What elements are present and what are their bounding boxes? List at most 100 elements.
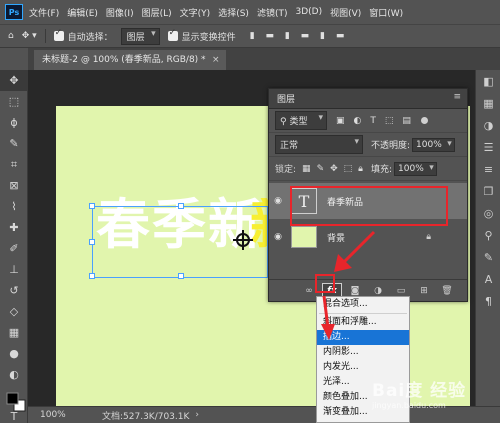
lock-transparent-icon[interactable]: ▦ [302, 164, 311, 174]
layer-filter-value: 类型 [289, 117, 308, 127]
transform-handle[interactable] [89, 273, 95, 279]
search-icon: ⚲ [280, 117, 287, 127]
lock-image-icon[interactable]: ✎ [317, 164, 325, 174]
move-tool-icon[interactable]: ✥ ▾ [22, 31, 37, 41]
paths-panel-icon[interactable]: ⚲ [476, 224, 500, 246]
menu-bar: Ps 文件(F) 编辑(E) 图像(I) 图层(L) 文字(Y) 选择(S) 滤… [0, 0, 500, 24]
menu-edit[interactable]: 编辑(E) [67, 6, 98, 19]
checkbox-icon [167, 28, 178, 41]
fill-input[interactable]: 100% [394, 161, 437, 176]
layers-panel-icon[interactable]: ❐ [476, 180, 500, 202]
menu-file[interactable]: 文件(F) [29, 6, 59, 19]
new-layer-icon[interactable]: ⊞ [414, 283, 434, 299]
divider [44, 29, 46, 43]
blur-tool-icon[interactable]: ● [0, 343, 28, 364]
channels-panel-icon[interactable]: ◎ [476, 202, 500, 224]
color-swatches-icon[interactable] [6, 392, 26, 412]
auto-select-label: 自动选择： [67, 32, 113, 43]
menu-view[interactable]: 视图(V) [330, 6, 361, 19]
lock-all-icon[interactable]: 🔒︎ [358, 164, 363, 174]
menu-window[interactable]: 窗口(W) [369, 6, 403, 19]
shape-filter-icon[interactable]: ⬚ [385, 116, 394, 126]
eye-icon[interactable]: ◉ [269, 232, 287, 242]
clone-stamp-tool-icon[interactable]: ⊥ [0, 259, 28, 280]
brush-tool-icon[interactable]: ✐ [0, 238, 28, 259]
opacity-input[interactable]: 100% [412, 137, 455, 152]
menu-select[interactable]: 选择(S) [218, 6, 249, 19]
auto-select-dropdown[interactable]: 图层 [120, 27, 160, 45]
eyedropper-tool-icon[interactable]: ⌇ [0, 196, 28, 217]
color-panel-icon[interactable]: ◧ [476, 70, 500, 92]
paragraph-panel-icon[interactable]: ¶ [476, 290, 500, 312]
crop-tool-icon[interactable]: ⌗ [0, 154, 28, 175]
trash-icon[interactable]: 🗑︎ [437, 283, 457, 299]
red-arrow-icon [334, 230, 376, 272]
align-icons[interactable]: ▮ ▬ ▮ ▬ ▮ ▬ [250, 31, 349, 41]
panel-menu-icon[interactable]: ≡ [453, 92, 461, 102]
lock-artboard-icon[interactable]: ⬚ [344, 164, 353, 174]
lasso-tool-icon[interactable]: ϕ [0, 112, 28, 133]
layers-panel-header: 图层 ≡ [269, 89, 467, 109]
fill-label: 填充: [370, 165, 393, 175]
document-tab-bar: 未标题-2 @ 100% (春季新品, RGB/8) * × [28, 48, 500, 70]
transform-handle[interactable] [89, 203, 95, 209]
filter-toggle-icon[interactable] [420, 117, 428, 124]
layers-panel-title[interactable]: 图层 [277, 92, 295, 105]
menu-3d[interactable]: 3D(D) [295, 7, 322, 17]
blend-mode-dropdown[interactable]: 正常 [275, 135, 363, 154]
crosshair-cursor-icon [233, 230, 253, 250]
show-transform-label: 显示变换控件 [181, 32, 236, 43]
properties-panel-icon[interactable]: ≡ [476, 158, 500, 180]
close-icon[interactable]: × [212, 50, 220, 70]
type-filter-icon[interactable]: T [370, 116, 376, 126]
transform-handle[interactable] [178, 273, 184, 279]
menu-item-inner-shadow[interactable]: 内阴影... [317, 345, 409, 360]
photoshop-logo-icon[interactable]: Ps [5, 4, 23, 20]
pixel-filter-icon[interactable]: ▣ [336, 116, 345, 126]
libraries-panel-icon[interactable]: ☰ [476, 136, 500, 158]
zoom-level[interactable]: 100% [40, 410, 90, 420]
smart-object-filter-icon[interactable]: ▤ [402, 116, 411, 126]
layer-filter-row: ⚲ 类型 ▣ ◐ T ⬚ ▤ [269, 109, 467, 133]
dodge-tool-icon[interactable]: ◐ [0, 364, 28, 385]
transform-handle[interactable] [178, 203, 184, 209]
gradient-tool-icon[interactable]: ▦ [0, 322, 28, 343]
show-transform-checkbox[interactable]: 显示变换控件 [167, 28, 236, 43]
blend-row: 正常 不透明度: 100% [269, 133, 467, 157]
highlight-text-layer [290, 186, 448, 226]
baidu-watermark: Bai度 经验 jingyan.baidu.com [372, 376, 500, 416]
chevron-right-icon[interactable]: › [195, 410, 199, 420]
right-dock: ◧ ▦ ◑ ☰ ≡ ❐ ◎ ⚲ ✎ A ¶ [475, 70, 500, 406]
move-tool-icon[interactable]: ✥ [0, 70, 28, 91]
history-brush-tool-icon[interactable]: ↺ [0, 280, 28, 301]
document-tab[interactable]: 未标题-2 @ 100% (春季新品, RGB/8) * × [34, 50, 226, 70]
adjustments-panel-icon[interactable]: ◑ [476, 114, 500, 136]
brush-panel-icon[interactable]: ✎ [476, 246, 500, 268]
toolbar: ✥ ⬚ ϕ ✎ ⌗ ⊠ ⌇ ✚ ✐ ⊥ ↺ ◇ ▦ ● ◐ ✒ T [0, 70, 28, 423]
lock-position-icon[interactable]: ✥ [330, 164, 338, 174]
eye-icon[interactable]: ◉ [269, 196, 287, 206]
eraser-tool-icon[interactable]: ◇ [0, 301, 28, 322]
adjustment-filter-icon[interactable]: ◐ [354, 116, 362, 126]
options-bar: ⌂ ✥ ▾ 自动选择： 图层 显示变换控件 ▮ ▬ ▮ ▬ ▮ ▬ [0, 24, 500, 48]
menu-item-inner-glow[interactable]: 内发光... [317, 360, 409, 375]
character-panel-icon[interactable]: A [476, 268, 500, 290]
lock-label: 锁定: [275, 165, 297, 175]
background-layer-thumbnail [291, 226, 317, 248]
layer-filter-dropdown[interactable]: ⚲ 类型 [275, 111, 327, 130]
swatches-panel-icon[interactable]: ▦ [476, 92, 500, 114]
home-icon[interactable]: ⌂ [8, 31, 14, 41]
document-size: 文档:527.3K/703.1K [102, 411, 190, 422]
quick-select-tool-icon[interactable]: ✎ [0, 133, 28, 154]
document-tab-title: 未标题-2 @ 100% (春季新品, RGB/8) * [42, 55, 206, 65]
menu-type[interactable]: 文字(Y) [180, 6, 211, 19]
transform-handle[interactable] [89, 239, 95, 245]
menu-layer[interactable]: 图层(L) [142, 6, 172, 19]
auto-select-checkbox[interactable]: 自动选择： [53, 28, 113, 43]
healing-brush-tool-icon[interactable]: ✚ [0, 217, 28, 238]
menu-filter[interactable]: 滤镜(T) [257, 6, 288, 19]
marquee-tool-icon[interactable]: ⬚ [0, 91, 28, 112]
frame-tool-icon[interactable]: ⊠ [0, 175, 28, 196]
menu-image[interactable]: 图像(I) [106, 6, 134, 19]
lock-icon[interactable]: 🔒︎ [426, 232, 431, 242]
